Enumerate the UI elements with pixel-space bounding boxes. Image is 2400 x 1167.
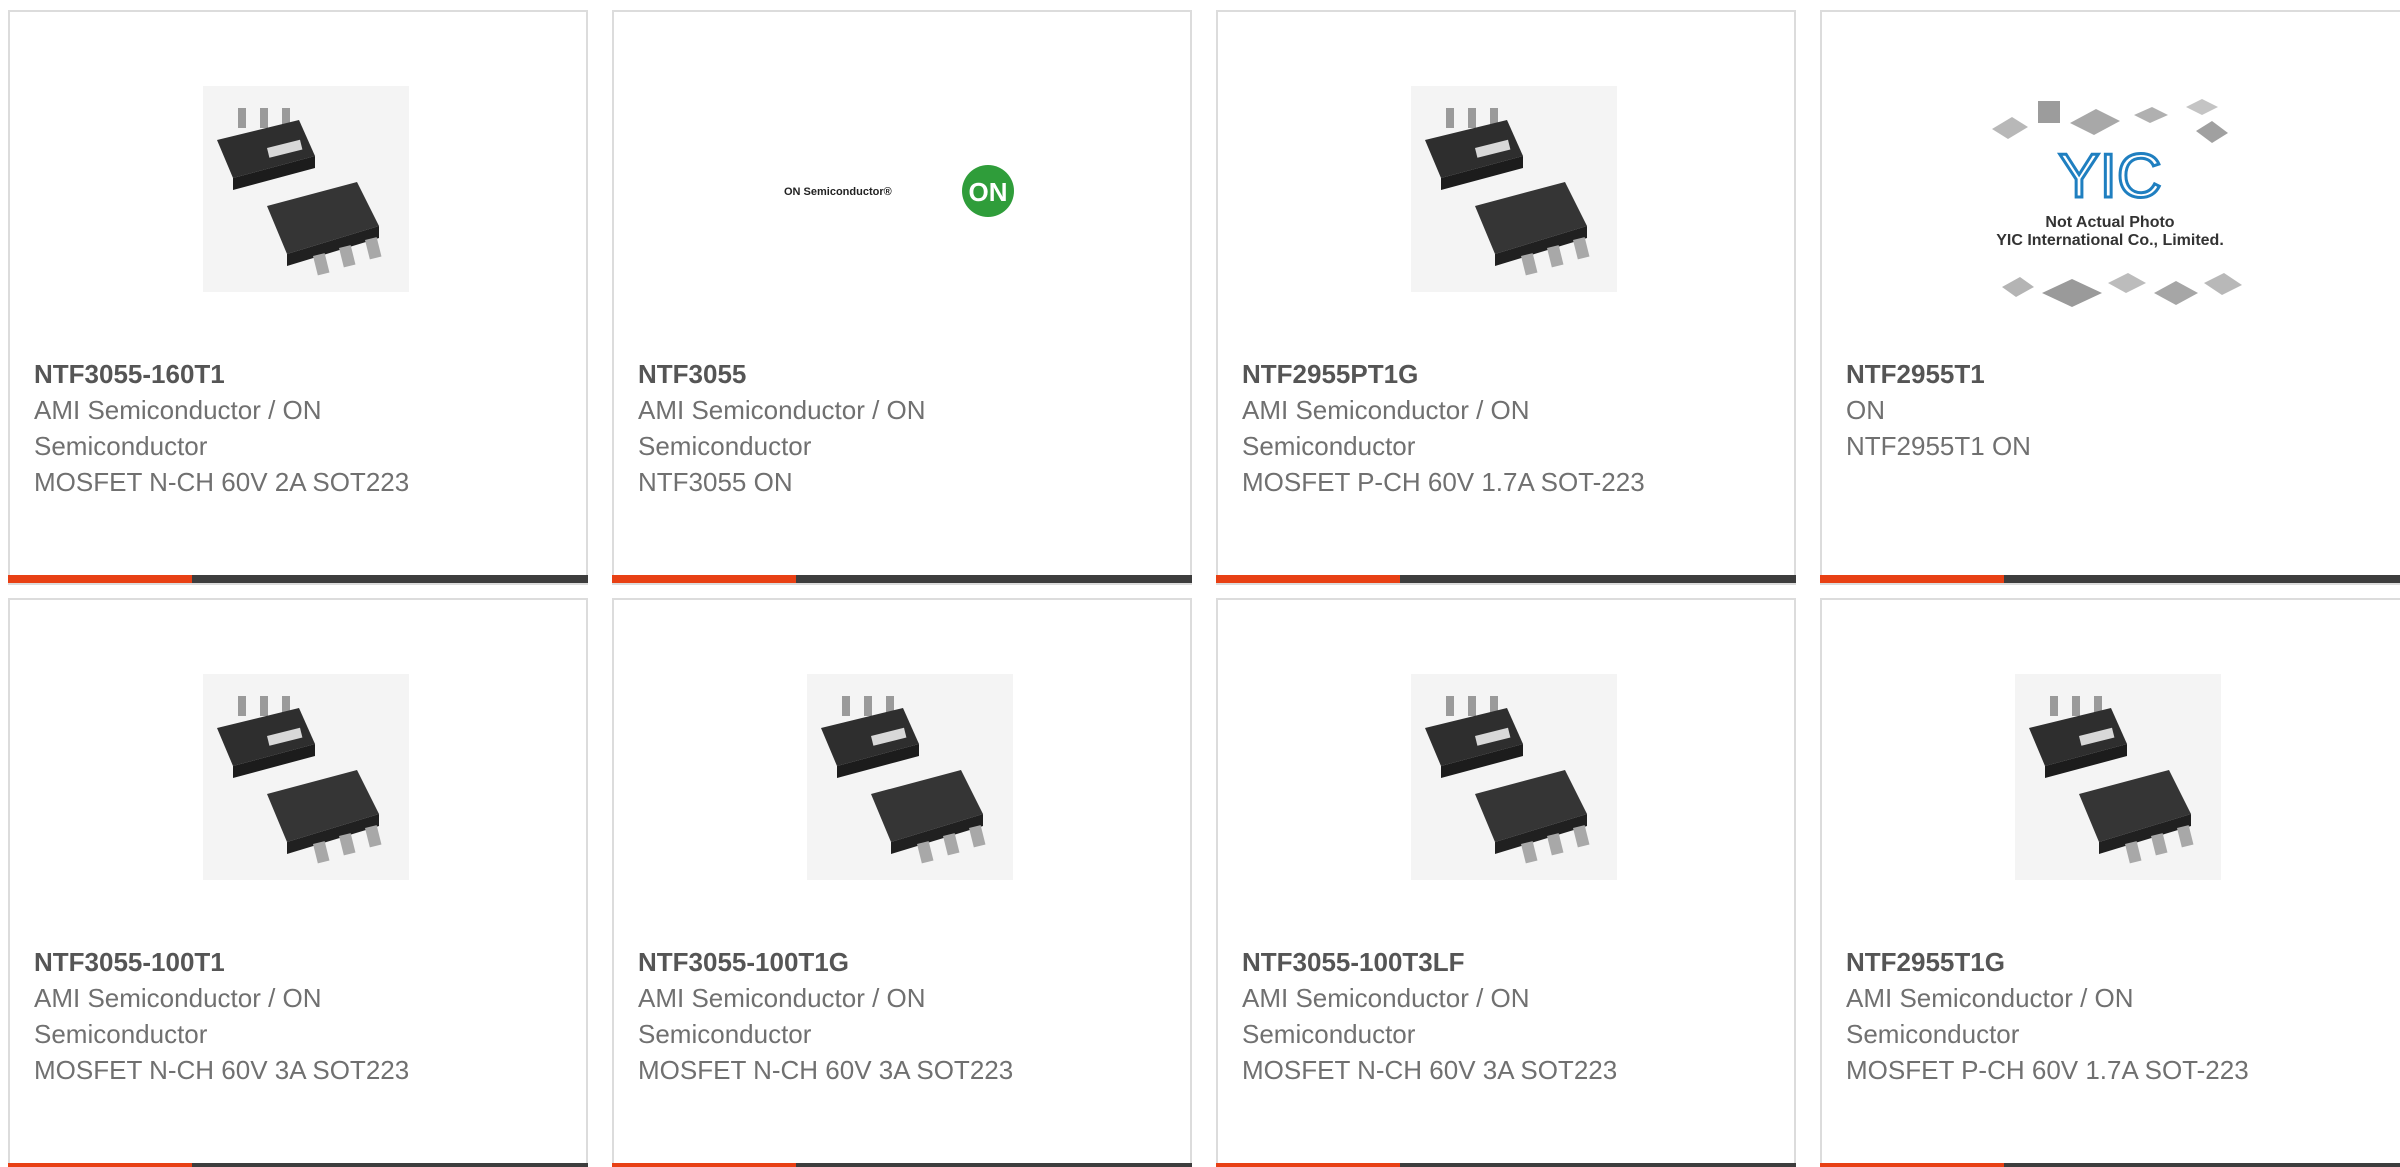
card-bottom-bar [1216,1163,1796,1167]
description: MOSFET N-CH 60V 3A SOT223 [638,1055,1014,1085]
on-semiconductor-logo-icon: ON Semiconductor® ON [784,165,1014,217]
card-bottom-bar [1216,575,1796,583]
sot223-package-icon [807,674,1013,880]
product-card[interactable]: NTF2955T1G AMI Semiconductor / ON Semico… [1820,598,2400,1167]
card-bottom-bar [8,575,588,583]
card-accent [1216,575,1400,583]
part-number[interactable]: NTF3055-160T1 [34,356,225,392]
product-card[interactable]: NTF2955PT1G AMI Semiconductor / ON Semic… [1216,10,1796,585]
product-card[interactable]: NTF3055-100T1G AMI Semiconductor / ON Se… [612,598,1192,1167]
product-card[interactable]: ON Semiconductor® ON NTF3055 AMI Semicon… [612,10,1192,585]
card-bottom-bar [1820,575,2400,583]
description: MOSFET P-CH 60V 1.7A SOT-223 [1242,467,1645,497]
logo-text: ON Semiconductor® [784,186,892,198]
card-bottom-bar [612,575,1192,583]
product-image[interactable] [1411,672,1617,882]
sot223-package-icon [203,674,409,880]
logo-badge: ON [969,177,1008,207]
manufacturer: AMI Semiconductor / ON Semiconductor [34,983,322,1049]
manufacturer: ON [1846,395,1885,425]
part-number[interactable]: NTF3055 [638,356,746,392]
card-accent [1820,1163,2004,1167]
description: MOSFET P-CH 60V 1.7A SOT-223 [1846,1055,2249,1085]
product-card[interactable]: NTF3055-100T1 AMI Semiconductor / ON Sem… [8,598,588,1167]
manufacturer: AMI Semiconductor / ON Semiconductor [34,395,322,461]
card-accent [1820,575,2004,583]
card-accent [8,575,192,583]
card-bottom-bar [1820,1163,2400,1167]
product-image[interactable]: YIC Not Actual Photo YIC International C… [1972,99,2252,312]
description: MOSFET N-CH 60V 2A SOT223 [34,467,410,497]
card-bottom-bar [612,1163,1192,1167]
description: MOSFET N-CH 60V 3A SOT223 [34,1055,410,1085]
placeholder-line1: Not Actual Photo [2045,214,2174,231]
placeholder-line2: YIC International Co., Limited. [1996,232,2224,249]
product-card[interactable]: YIC Not Actual Photo YIC International C… [1820,10,2400,585]
manufacturer: AMI Semiconductor / ON Semiconductor [638,395,926,461]
part-number[interactable]: NTF3055-100T1G [638,944,849,980]
product-image[interactable]: ON Semiconductor® ON [774,84,1034,294]
card-accent [1216,1163,1400,1167]
product-image[interactable] [203,672,409,882]
part-number[interactable]: NTF3055-100T1 [34,944,225,980]
part-number[interactable]: NTF2955PT1G [1242,356,1418,392]
part-number[interactable]: NTF3055-100T3LF [1242,944,1465,980]
product-card[interactable]: NTF3055-100T3LF AMI Semiconductor / ON S… [1216,598,1796,1167]
part-number[interactable]: NTF2955T1 [1846,356,1985,392]
product-image[interactable] [807,672,1013,882]
manufacturer: AMI Semiconductor / ON Semiconductor [1242,395,1530,461]
description: NTF2955T1 ON [1846,431,2031,461]
card-accent [612,575,796,583]
product-image[interactable] [2015,672,2221,882]
manufacturer: AMI Semiconductor / ON Semiconductor [1846,983,2134,1049]
product-image[interactable] [1411,84,1617,294]
product-image[interactable] [203,84,409,294]
sot223-package-icon [2015,674,2221,880]
card-bottom-bar [8,1163,588,1167]
manufacturer: AMI Semiconductor / ON Semiconductor [638,983,926,1049]
manufacturer: AMI Semiconductor / ON Semiconductor [1242,983,1530,1049]
placeholder-brand: YIC [2058,142,2161,211]
product-card[interactable]: NTF3055-160T1 AMI Semiconductor / ON Sem… [8,10,588,585]
sot223-package-icon [1411,674,1617,880]
sot223-package-icon [203,86,409,292]
sot223-package-icon [1411,86,1617,292]
part-number[interactable]: NTF2955T1G [1846,944,2005,980]
description: MOSFET N-CH 60V 3A SOT223 [1242,1055,1618,1085]
card-accent [8,1163,192,1167]
product-grid: NTF3055-160T1 AMI Semiconductor / ON Sem… [0,0,2400,1167]
card-accent [612,1163,796,1167]
description: NTF3055 ON [638,467,793,497]
yic-placeholder-icon: YIC Not Actual Photo YIC International C… [1992,99,2242,307]
